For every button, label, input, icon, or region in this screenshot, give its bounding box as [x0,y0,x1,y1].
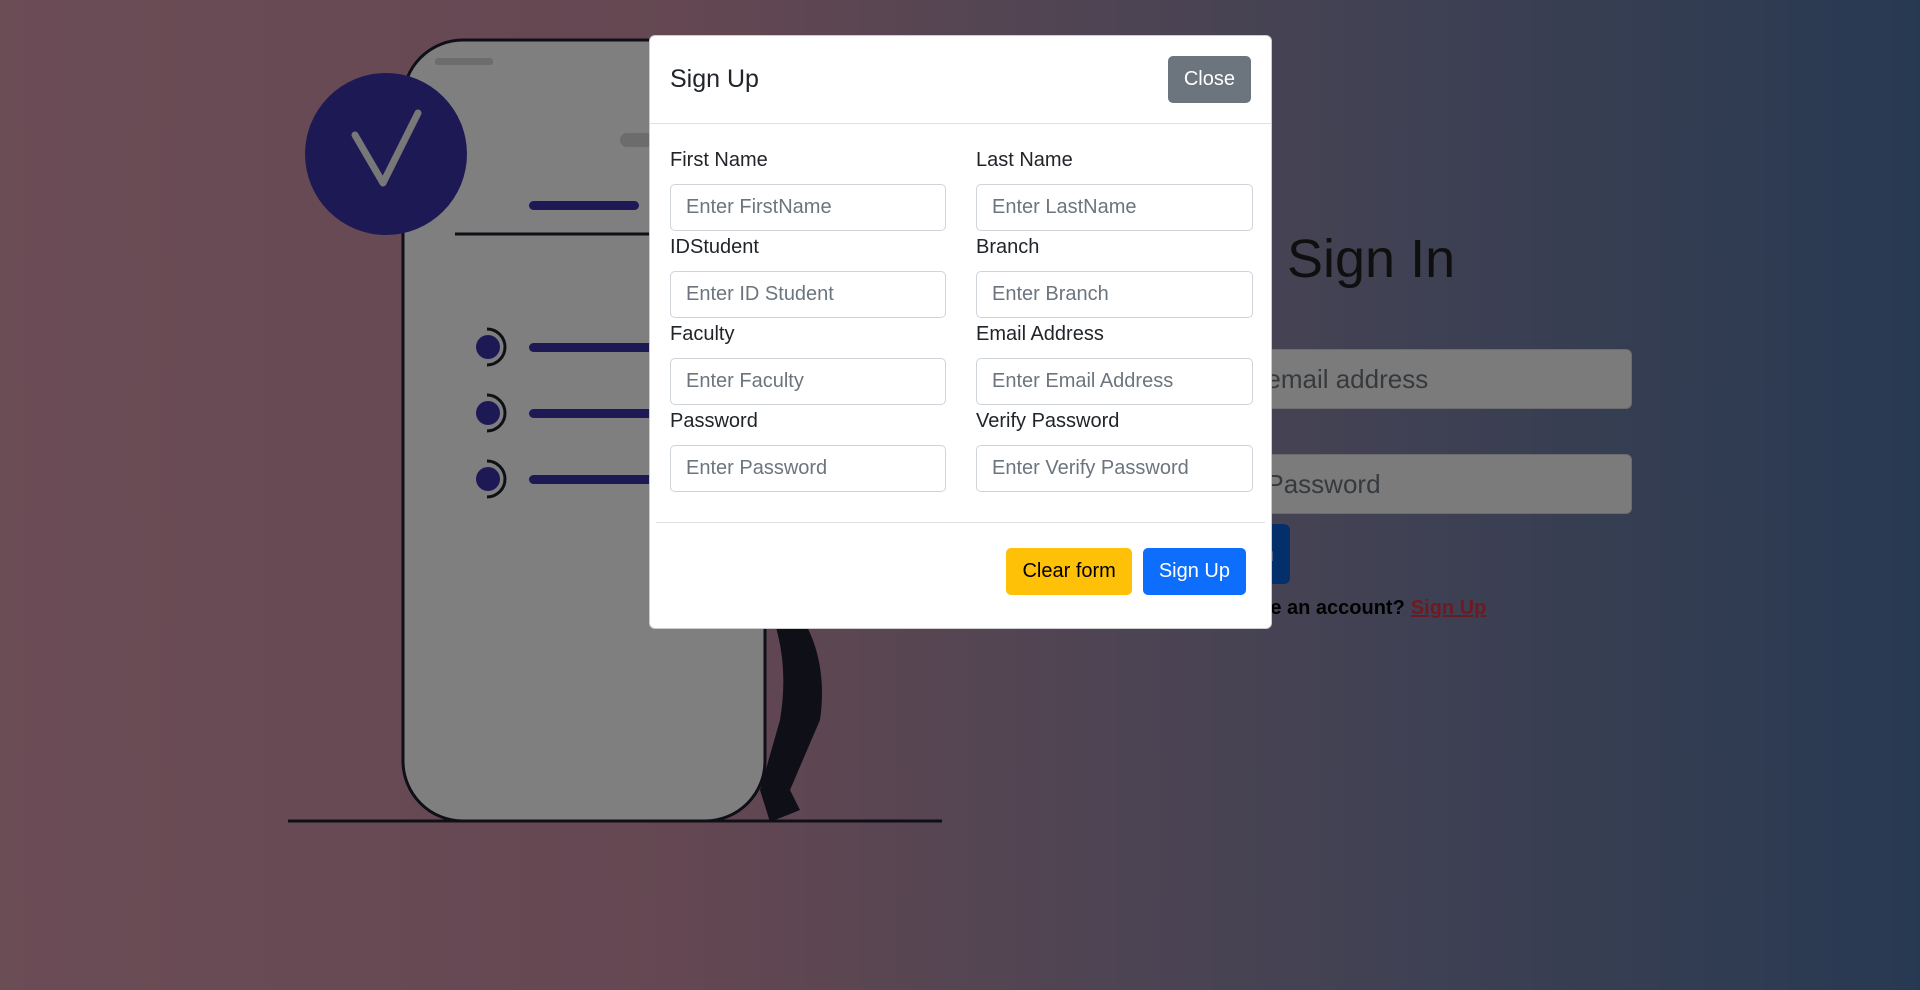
last-name-group: Last Name [976,146,1253,233]
branch-group: Branch [976,233,1253,320]
id-student-input[interactable] [670,271,946,318]
email-label: Email Address [976,323,1104,345]
first-name-group: First Name [670,146,946,233]
first-name-label: First Name [670,149,768,171]
email-group: Email Address [976,320,1253,407]
first-name-input[interactable] [670,184,946,231]
password-label: Password [670,410,758,432]
faculty-label: Faculty [670,323,735,345]
password-group: Password [670,407,946,494]
modal-footer: Clear form Sign Up [656,522,1265,628]
last-name-label: Last Name [976,149,1073,171]
close-button[interactable]: Close [1167,56,1251,103]
id-student-label: IDStudent [670,236,759,258]
branch-input[interactable] [976,271,1253,318]
signup-modal: Sign Up Close First Name Last Name IDStu… [649,35,1272,629]
verify-password-label: Verify Password [976,410,1120,432]
clear-form-button[interactable]: Clear form [1006,548,1132,595]
faculty-group: Faculty [670,320,946,407]
verify-password-group: Verify Password [976,407,1253,494]
last-name-input[interactable] [976,184,1253,231]
faculty-input[interactable] [670,358,946,405]
modal-title: Sign Up [670,65,759,93]
signup-form-grid: First Name Last Name IDStudent Branch Fa… [670,146,1253,494]
branch-label: Branch [976,236,1040,258]
id-student-group: IDStudent [670,233,946,320]
modal-body: First Name Last Name IDStudent Branch Fa… [650,124,1271,522]
password-input[interactable] [670,445,946,492]
email-input[interactable] [976,358,1253,405]
modal-header: Sign Up Close [650,36,1271,124]
verify-password-input[interactable] [976,445,1253,492]
signup-submit-button[interactable]: Sign Up [1142,548,1246,595]
